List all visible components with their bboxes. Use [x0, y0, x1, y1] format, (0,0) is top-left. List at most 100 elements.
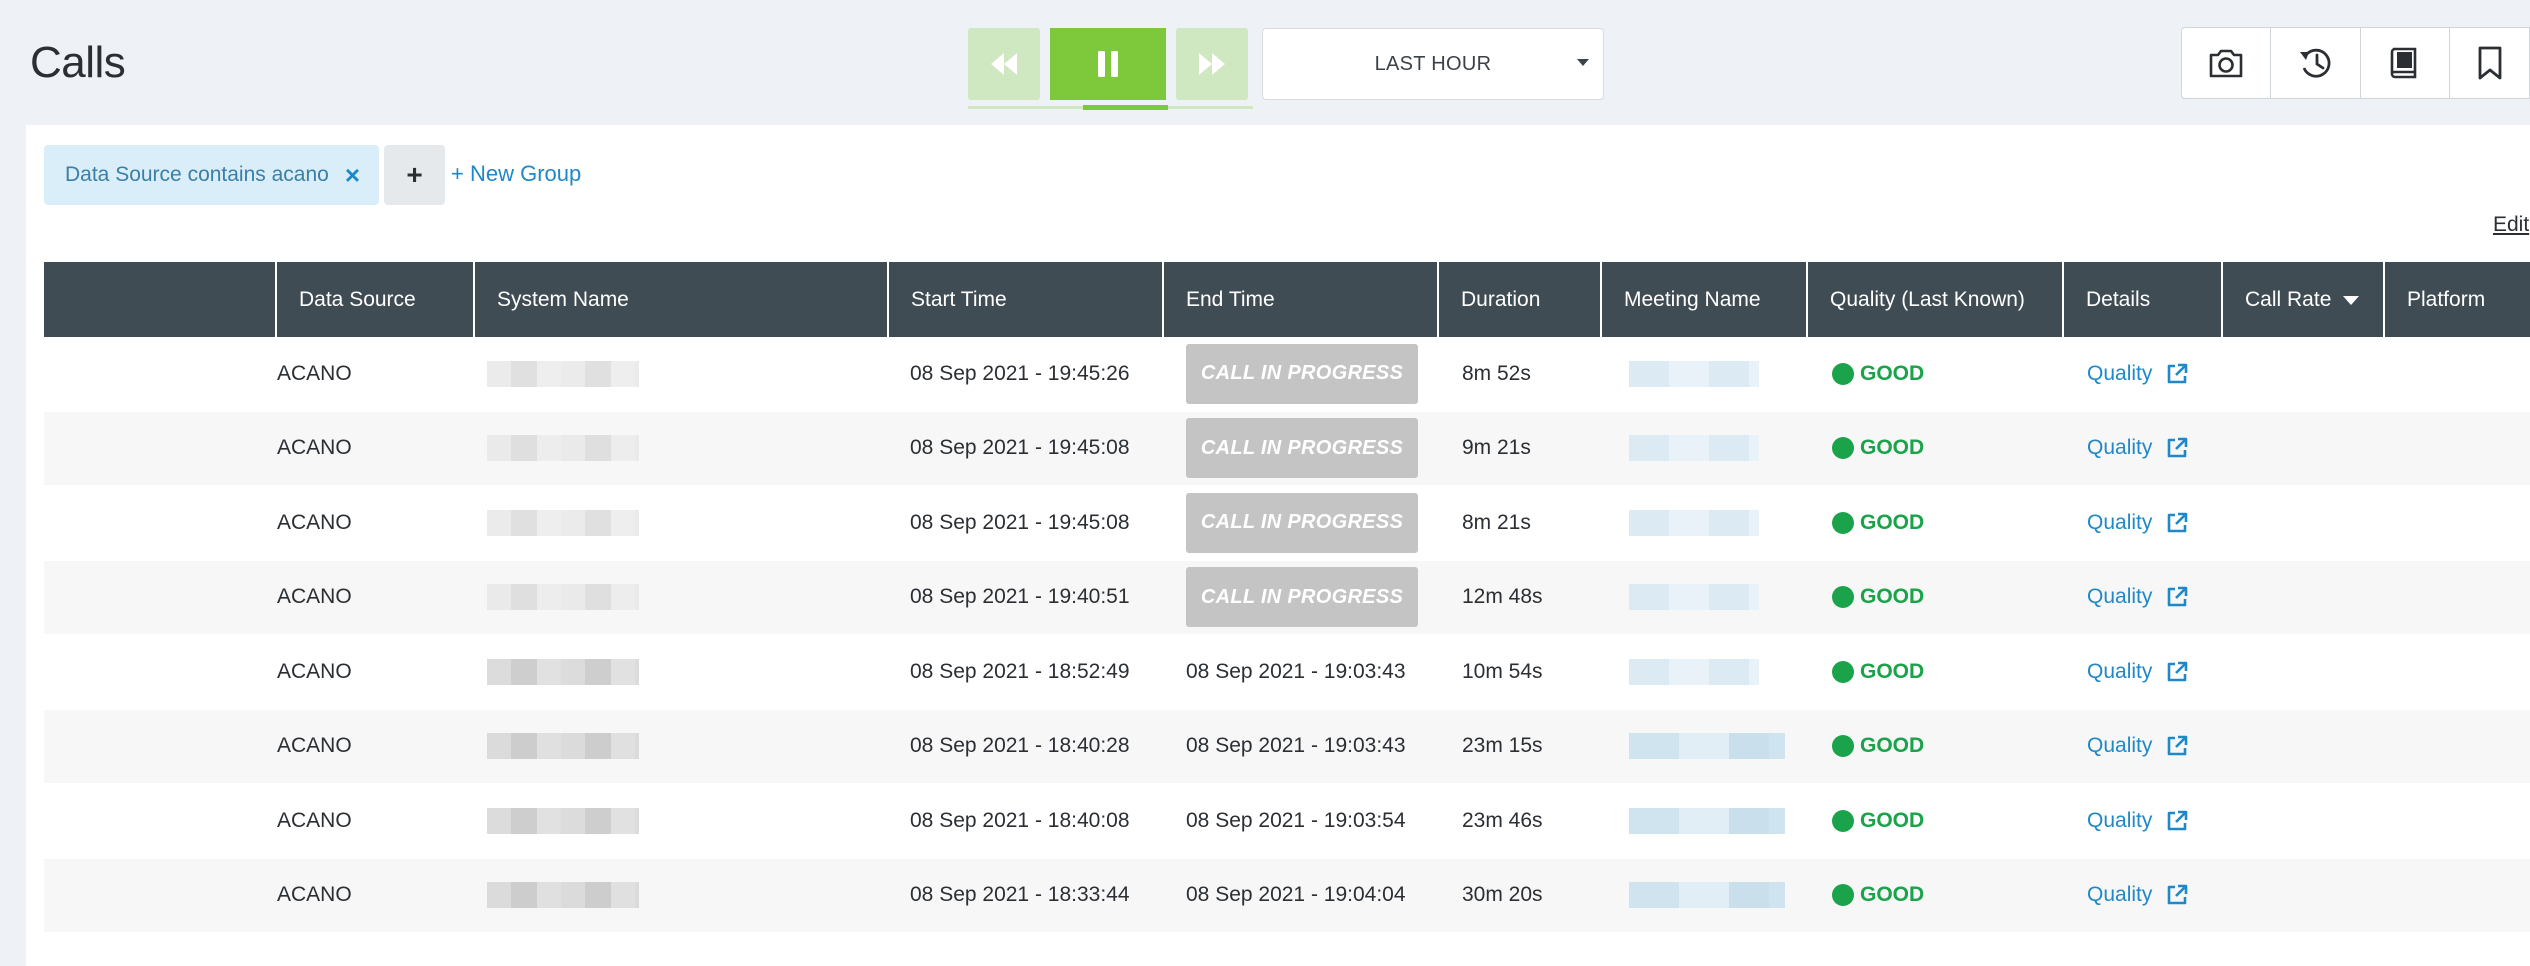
meeting-name-cell[interactable]	[1629, 486, 1789, 560]
column-header-call-rate-label: Call Rate	[2245, 287, 2332, 311]
system-name-cell	[487, 859, 667, 933]
details-cell: Quality	[2087, 486, 2188, 560]
table-row[interactable]: ACANO 08 Sep 2021 - 19:45:08 CALL IN PRO…	[44, 411, 2530, 486]
playback-position[interactable]	[1083, 105, 1168, 110]
system-name-cell	[487, 337, 667, 411]
camera-icon	[2209, 49, 2243, 78]
sort-desc-icon[interactable]	[2343, 296, 2359, 305]
time-range-select[interactable]: LAST HOUR	[1262, 28, 1604, 100]
quality-status: GOOD	[1832, 436, 1924, 460]
history-button[interactable]	[2271, 28, 2361, 98]
quality-status: GOOD	[1832, 362, 1924, 386]
filter-chip[interactable]: Data Source contains acano ×	[44, 145, 379, 205]
column-header-select[interactable]	[44, 262, 275, 337]
column-header-start-time[interactable]: Start Time	[887, 262, 1162, 337]
column-header-quality[interactable]: Quality (Last Known)	[1806, 262, 2062, 337]
column-header-end-time[interactable]: End Time	[1162, 262, 1437, 337]
quality-value: GOOD	[1860, 883, 1925, 907]
data-source-cell: ACANO	[277, 710, 352, 784]
quality-details-link[interactable]: Quality	[2087, 585, 2188, 609]
meeting-name-cell[interactable]	[1629, 635, 1789, 709]
edit-columns-link[interactable]: Edit	[2493, 213, 2529, 237]
table-row[interactable]: ACANO 08 Sep 2021 - 19:45:26 CALL IN PRO…	[44, 337, 2530, 412]
quality-details-link[interactable]: Quality	[2087, 362, 2188, 386]
start-time-value: 08 Sep 2021 - 19:45:08	[910, 436, 1130, 460]
bookmark-button[interactable]	[2450, 28, 2529, 98]
external-link-icon[interactable]	[2166, 810, 2188, 832]
table-row[interactable]: ACANO 08 Sep 2021 - 18:33:44 08 Sep 2021…	[44, 858, 2530, 933]
rewind-button[interactable]	[968, 28, 1040, 100]
data-source-value: ACANO	[277, 361, 352, 385]
quality-details-link[interactable]: Quality	[2087, 883, 2188, 907]
quality-cell: GOOD	[1832, 337, 1924, 411]
quality-value: GOOD	[1860, 361, 1925, 385]
quality-details-link[interactable]: Quality	[2087, 734, 2188, 758]
meeting-name-cell[interactable]	[1629, 561, 1789, 635]
pause-button[interactable]	[1050, 28, 1166, 100]
page-title: Calls	[30, 38, 126, 87]
new-group-link[interactable]: + New Group	[451, 161, 581, 187]
meeting-name-cell[interactable]	[1629, 412, 1789, 486]
snapshot-button[interactable]	[2182, 28, 2272, 98]
meeting-name-cell[interactable]	[1629, 710, 1789, 784]
fast-forward-button[interactable]	[1176, 28, 1248, 100]
start-time-cell: 08 Sep 2021 - 19:45:26	[910, 337, 1130, 411]
table-row[interactable]: ACANO 08 Sep 2021 - 19:40:51 CALL IN PRO…	[44, 560, 2530, 635]
saved-view-button[interactable]	[2361, 28, 2451, 98]
start-time-value: 08 Sep 2021 - 19:45:08	[910, 510, 1130, 534]
toolbar	[2181, 27, 2530, 99]
system-name-cell	[487, 635, 667, 709]
table-row[interactable]: ACANO 08 Sep 2021 - 18:40:08 08 Sep 2021…	[44, 784, 2530, 859]
quality-details-link[interactable]: Quality	[2087, 436, 2188, 460]
data-source-cell: ACANO	[277, 784, 352, 858]
external-link-icon[interactable]	[2166, 735, 2188, 757]
external-link-icon[interactable]	[2166, 363, 2188, 385]
column-header-system-name[interactable]: System Name	[473, 262, 887, 337]
table-header: Data Source System Name Start Time End T…	[44, 262, 2530, 337]
quality-details-link[interactable]: Quality	[2087, 660, 2188, 684]
quality-details-link[interactable]: Quality	[2087, 511, 2188, 535]
playback-controls	[968, 28, 1253, 110]
start-time-value: 08 Sep 2021 - 19:45:26	[910, 361, 1130, 385]
duration-value: 10m 54s	[1462, 659, 1543, 683]
table-row[interactable]: ACANO 08 Sep 2021 - 18:40:28 08 Sep 2021…	[44, 709, 2530, 784]
meeting-name-cell[interactable]	[1629, 859, 1789, 933]
start-time-cell: 08 Sep 2021 - 18:40:08	[910, 784, 1130, 858]
meeting-name-cell[interactable]	[1629, 337, 1789, 411]
table-row[interactable]: ACANO 08 Sep 2021 - 18:52:49 08 Sep 2021…	[44, 635, 2530, 710]
external-link-icon[interactable]	[2166, 661, 2188, 683]
column-header-data-source[interactable]: Data Source	[275, 262, 473, 337]
quality-details-label: Quality	[2087, 510, 2153, 534]
add-filter-button[interactable]: +	[384, 145, 445, 205]
status-dot-icon	[1832, 511, 1854, 534]
external-link-icon[interactable]	[2166, 512, 2188, 534]
data-source-cell: ACANO	[277, 635, 352, 709]
external-link-icon[interactable]	[2166, 884, 2188, 906]
external-link-icon[interactable]	[2166, 586, 2188, 608]
duration-cell: 23m 15s	[1462, 710, 1543, 784]
quality-value: GOOD	[1860, 659, 1925, 683]
column-header-meeting-name[interactable]: Meeting Name	[1600, 262, 1806, 337]
table-row[interactable]: ACANO 08 Sep 2021 - 19:45:08 CALL IN PRO…	[44, 486, 2530, 561]
start-time-value: 08 Sep 2021 - 18:33:44	[910, 883, 1130, 907]
data-source-cell: ACANO	[277, 859, 352, 933]
meeting-name-cell[interactable]	[1629, 784, 1789, 858]
time-range-value: LAST HOUR	[1374, 52, 1492, 75]
redacted-system-name	[487, 584, 639, 611]
column-header-duration[interactable]: Duration	[1437, 262, 1600, 337]
system-name-cell	[487, 412, 667, 486]
details-cell: Quality	[2087, 710, 2188, 784]
column-header-platform[interactable]: Platform	[2383, 262, 2530, 337]
redacted-system-name	[487, 807, 639, 834]
status-dot-icon	[1832, 735, 1854, 758]
duration-value: 9m 21s	[1462, 436, 1531, 460]
column-header-call-rate[interactable]: Call Rate	[2221, 262, 2383, 337]
column-header-details[interactable]: Details	[2062, 262, 2221, 337]
duration-value: 23m 15s	[1462, 734, 1543, 758]
quality-details-link[interactable]: Quality	[2087, 809, 2188, 833]
external-link-icon[interactable]	[2166, 437, 2188, 459]
close-icon[interactable]: ×	[345, 162, 360, 188]
duration-cell: 10m 54s	[1462, 635, 1543, 709]
end-time-value: 08 Sep 2021 - 19:04:04	[1186, 883, 1406, 907]
system-name-cell	[487, 710, 667, 784]
